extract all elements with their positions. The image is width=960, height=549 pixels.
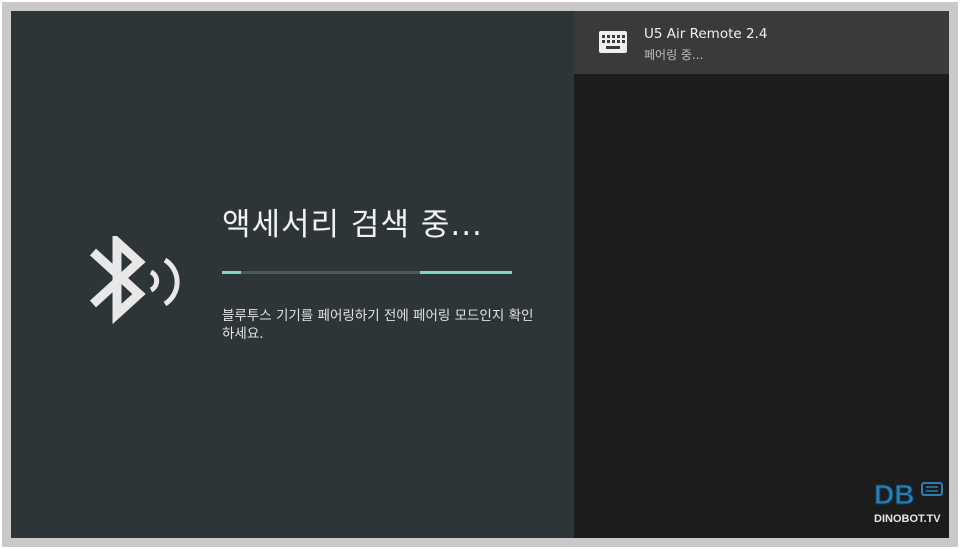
device-list-panel: U5 Air Remote 2.4 페어링 중... (574, 11, 949, 538)
instruction-text: 블루투스 기기를 페어링하기 전에 페어링 모드인지 확인하세요. (222, 308, 534, 342)
device-list-item[interactable]: U5 Air Remote 2.4 페어링 중... (574, 11, 949, 74)
search-panel: 액세서리 검색 중... 블루투스 기기를 페어링하기 전에 페어링 모드인지 … (11, 11, 574, 538)
device-status: 페어링 중... (644, 48, 704, 62)
search-progress-bar (222, 271, 512, 274)
page-title: 액세서리 검색 중... (222, 207, 483, 243)
progress-segment-end (420, 271, 512, 274)
progress-segment-start (222, 271, 241, 274)
watermark-site-text: DINOBOT.TV (874, 513, 941, 525)
keyboard-icon (599, 31, 627, 53)
device-name: U5 Air Remote 2.4 (644, 26, 768, 42)
dinobot-watermark-logo: DB DINOBOT.TV (872, 479, 944, 525)
tv-screen: 액세서리 검색 중... 블루투스 기기를 페어링하기 전에 페어링 모드인지 … (11, 11, 949, 538)
bluetooth-searching-icon (89, 236, 180, 325)
watermark-logo-text: DB (874, 479, 914, 510)
